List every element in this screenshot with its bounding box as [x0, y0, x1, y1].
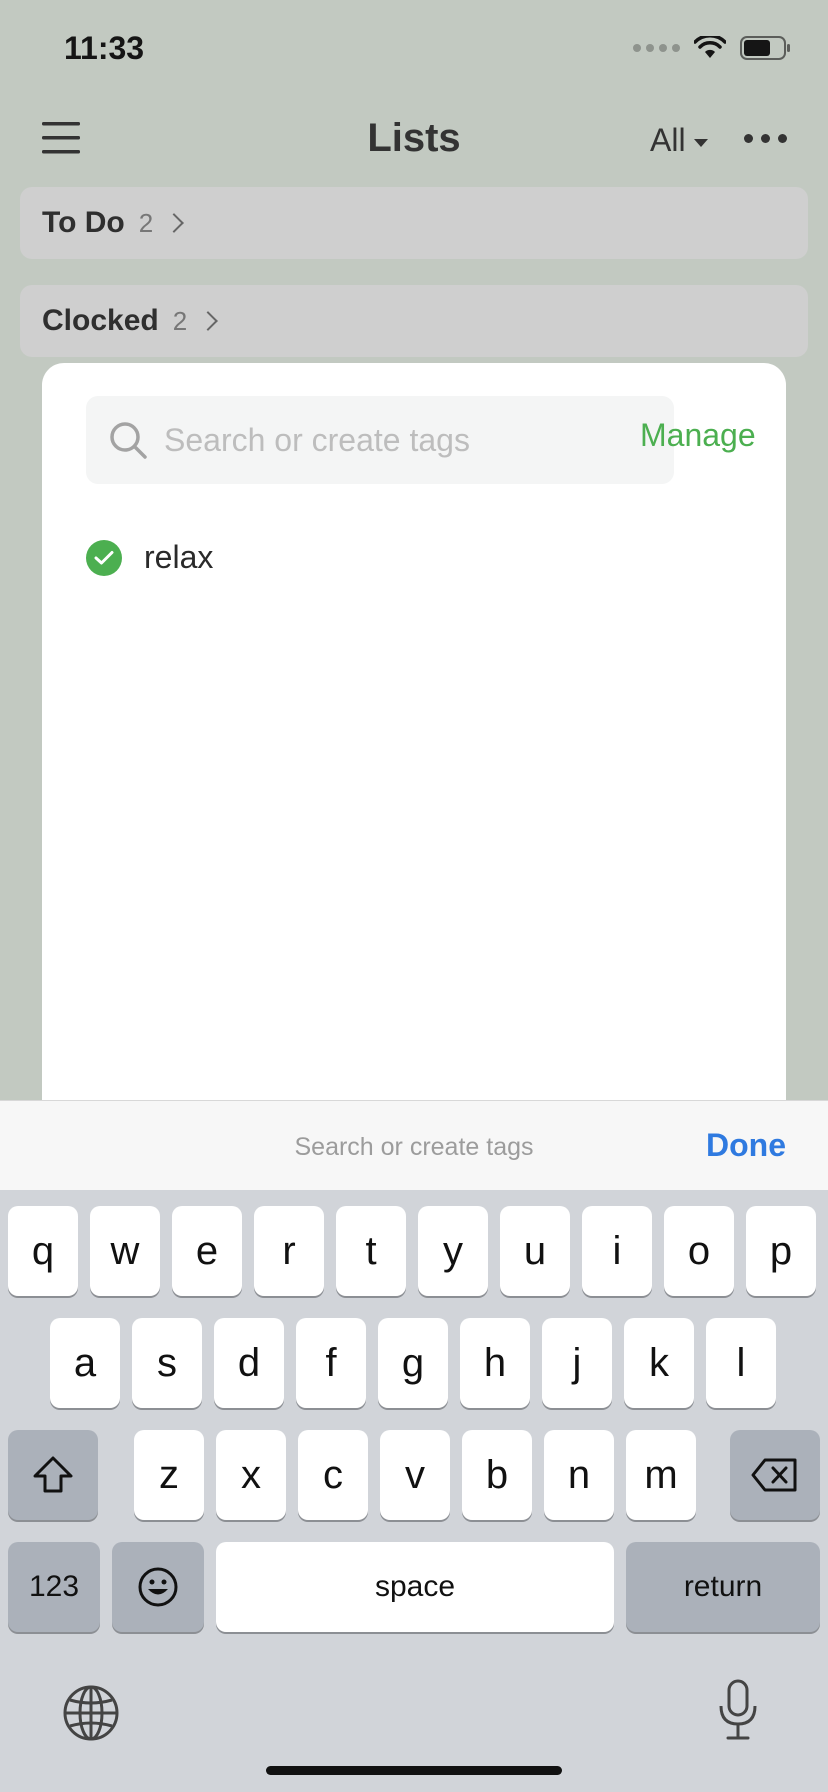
- keyboard-accessory-bar: Search or create tags Done: [0, 1100, 828, 1190]
- tag-picker-sheet: Manage relax: [42, 363, 786, 1103]
- tag-search-input[interactable]: [164, 421, 664, 459]
- key-q[interactable]: q: [8, 1206, 78, 1296]
- list-label: Clocked: [42, 304, 159, 337]
- key-n[interactable]: n: [544, 1430, 614, 1520]
- delete-key[interactable]: [730, 1430, 820, 1520]
- more-options-icon[interactable]: [744, 134, 787, 143]
- key-b[interactable]: b: [462, 1430, 532, 1520]
- list-row-clocked[interactable]: Clocked 2: [20, 285, 808, 357]
- filter-button[interactable]: All: [650, 122, 708, 159]
- key-t[interactable]: t: [336, 1206, 406, 1296]
- key-x[interactable]: x: [216, 1430, 286, 1520]
- battery-icon: [740, 36, 790, 60]
- keyboard: qwertyuiop asdfghjkl zxcvbnm 123 space r…: [0, 1190, 828, 1792]
- key-u[interactable]: u: [500, 1206, 570, 1296]
- status-icons: [633, 36, 792, 60]
- caret-down-icon: [693, 138, 708, 147]
- microphone-icon[interactable]: [716, 1678, 760, 1742]
- emoji-icon: [138, 1567, 178, 1607]
- key-e[interactable]: e: [172, 1206, 242, 1296]
- key-m[interactable]: m: [626, 1430, 696, 1520]
- done-button[interactable]: Done: [706, 1127, 786, 1164]
- home-indicator: [266, 1766, 562, 1775]
- key-d[interactable]: d: [214, 1318, 284, 1408]
- chevron-right-icon: [164, 213, 185, 233]
- key-p[interactable]: p: [746, 1206, 816, 1296]
- nav-bar: Lists All: [0, 98, 828, 182]
- key-h[interactable]: h: [460, 1318, 530, 1408]
- key-i[interactable]: i: [582, 1206, 652, 1296]
- key-f[interactable]: f: [296, 1318, 366, 1408]
- key-c[interactable]: c: [298, 1430, 368, 1520]
- key-z[interactable]: z: [134, 1430, 204, 1520]
- accessory-hint: Search or create tags: [294, 1133, 534, 1161]
- filter-label: All: [650, 122, 686, 158]
- cellular-signal-icon: [633, 44, 680, 52]
- key-w[interactable]: w: [90, 1206, 160, 1296]
- space-key[interactable]: space: [216, 1542, 614, 1632]
- list-count: 2: [172, 305, 188, 336]
- search-icon: [110, 422, 147, 459]
- shift-icon: [33, 1456, 73, 1493]
- key-j[interactable]: j: [542, 1318, 612, 1408]
- key-o[interactable]: o: [664, 1206, 734, 1296]
- status-time: 11:33: [64, 30, 145, 66]
- emoji-key[interactable]: [112, 1542, 204, 1632]
- tag-label: relax: [144, 539, 214, 575]
- tag-search-box[interactable]: [86, 396, 674, 484]
- list-label: To Do: [42, 206, 125, 239]
- wifi-icon: [694, 36, 726, 58]
- list-count: 2: [138, 207, 154, 238]
- key-k[interactable]: k: [624, 1318, 694, 1408]
- key-v[interactable]: v: [380, 1430, 450, 1520]
- return-key[interactable]: return: [626, 1542, 820, 1632]
- check-circle-icon: [86, 539, 122, 576]
- key-l[interactable]: l: [706, 1318, 776, 1408]
- backspace-icon: [751, 1458, 797, 1492]
- chevron-right-icon: [198, 311, 219, 331]
- key-r[interactable]: r: [254, 1206, 324, 1296]
- list-row-to-do[interactable]: To Do 2: [20, 187, 808, 259]
- key-g[interactable]: g: [378, 1318, 448, 1408]
- key-y[interactable]: y: [418, 1206, 488, 1296]
- numbers-key[interactable]: 123: [8, 1542, 100, 1632]
- key-a[interactable]: a: [50, 1318, 120, 1408]
- shift-key[interactable]: [8, 1430, 98, 1520]
- tag-item-relax[interactable]: relax: [86, 539, 213, 576]
- status-bar: 11:33: [0, 0, 828, 98]
- key-s[interactable]: s: [132, 1318, 202, 1408]
- manage-button[interactable]: Manage: [640, 417, 756, 454]
- globe-icon[interactable]: [62, 1684, 120, 1742]
